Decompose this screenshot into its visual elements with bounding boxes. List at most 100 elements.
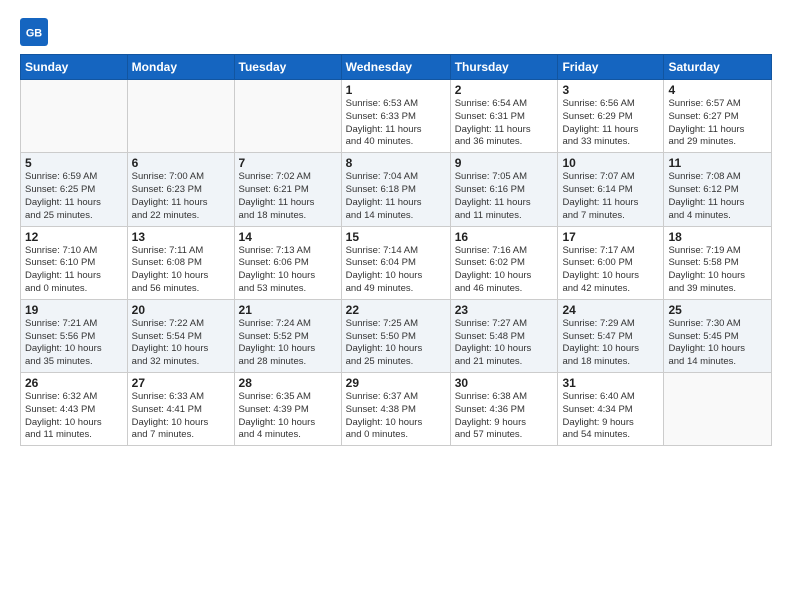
day-number: 28: [239, 376, 337, 390]
day-number: 16: [455, 230, 554, 244]
day-info: Sunrise: 7:04 AM Sunset: 6:18 PM Dayligh…: [346, 171, 446, 222]
day-number: 4: [668, 83, 767, 97]
calendar-cell: 11Sunrise: 7:08 AM Sunset: 6:12 PM Dayli…: [664, 153, 772, 226]
calendar-cell: 15Sunrise: 7:14 AM Sunset: 6:04 PM Dayli…: [341, 226, 450, 299]
day-number: 15: [346, 230, 446, 244]
day-info: Sunrise: 6:59 AM Sunset: 6:25 PM Dayligh…: [25, 171, 123, 222]
calendar-cell: 18Sunrise: 7:19 AM Sunset: 5:58 PM Dayli…: [664, 226, 772, 299]
day-info: Sunrise: 7:24 AM Sunset: 5:52 PM Dayligh…: [239, 318, 337, 369]
weekday-header-monday: Monday: [127, 55, 234, 80]
weekday-header-wednesday: Wednesday: [341, 55, 450, 80]
day-info: Sunrise: 6:56 AM Sunset: 6:29 PM Dayligh…: [562, 98, 659, 149]
calendar-cell: 5Sunrise: 6:59 AM Sunset: 6:25 PM Daylig…: [21, 153, 128, 226]
day-number: 21: [239, 303, 337, 317]
week-row-5: 26Sunrise: 6:32 AM Sunset: 4:43 PM Dayli…: [21, 373, 772, 446]
week-row-3: 12Sunrise: 7:10 AM Sunset: 6:10 PM Dayli…: [21, 226, 772, 299]
week-row-2: 5Sunrise: 6:59 AM Sunset: 6:25 PM Daylig…: [21, 153, 772, 226]
calendar-cell: 27Sunrise: 6:33 AM Sunset: 4:41 PM Dayli…: [127, 373, 234, 446]
day-info: Sunrise: 7:22 AM Sunset: 5:54 PM Dayligh…: [132, 318, 230, 369]
day-number: 3: [562, 83, 659, 97]
day-info: Sunrise: 7:27 AM Sunset: 5:48 PM Dayligh…: [455, 318, 554, 369]
calendar-table: SundayMondayTuesdayWednesdayThursdayFrid…: [20, 54, 772, 446]
week-row-1: 1Sunrise: 6:53 AM Sunset: 6:33 PM Daylig…: [21, 80, 772, 153]
day-info: Sunrise: 7:21 AM Sunset: 5:56 PM Dayligh…: [25, 318, 123, 369]
day-info: Sunrise: 7:02 AM Sunset: 6:21 PM Dayligh…: [239, 171, 337, 222]
calendar-cell: [234, 80, 341, 153]
day-info: Sunrise: 7:16 AM Sunset: 6:02 PM Dayligh…: [455, 245, 554, 296]
calendar-cell: 26Sunrise: 6:32 AM Sunset: 4:43 PM Dayli…: [21, 373, 128, 446]
day-number: 18: [668, 230, 767, 244]
day-number: 10: [562, 156, 659, 170]
svg-text:GB: GB: [26, 28, 42, 40]
day-number: 25: [668, 303, 767, 317]
day-info: Sunrise: 6:32 AM Sunset: 4:43 PM Dayligh…: [25, 391, 123, 442]
day-info: Sunrise: 6:37 AM Sunset: 4:38 PM Dayligh…: [346, 391, 446, 442]
calendar-cell: [127, 80, 234, 153]
calendar-cell: 1Sunrise: 6:53 AM Sunset: 6:33 PM Daylig…: [341, 80, 450, 153]
calendar-cell: 6Sunrise: 7:00 AM Sunset: 6:23 PM Daylig…: [127, 153, 234, 226]
calendar-cell: 2Sunrise: 6:54 AM Sunset: 6:31 PM Daylig…: [450, 80, 558, 153]
calendar-cell: 24Sunrise: 7:29 AM Sunset: 5:47 PM Dayli…: [558, 299, 664, 372]
calendar-cell: 31Sunrise: 6:40 AM Sunset: 4:34 PM Dayli…: [558, 373, 664, 446]
calendar-cell: 10Sunrise: 7:07 AM Sunset: 6:14 PM Dayli…: [558, 153, 664, 226]
day-number: 30: [455, 376, 554, 390]
day-info: Sunrise: 6:35 AM Sunset: 4:39 PM Dayligh…: [239, 391, 337, 442]
day-info: Sunrise: 7:08 AM Sunset: 6:12 PM Dayligh…: [668, 171, 767, 222]
day-info: Sunrise: 7:30 AM Sunset: 5:45 PM Dayligh…: [668, 318, 767, 369]
day-info: Sunrise: 7:17 AM Sunset: 6:00 PM Dayligh…: [562, 245, 659, 296]
calendar-cell: 19Sunrise: 7:21 AM Sunset: 5:56 PM Dayli…: [21, 299, 128, 372]
day-info: Sunrise: 6:53 AM Sunset: 6:33 PM Dayligh…: [346, 98, 446, 149]
day-info: Sunrise: 6:33 AM Sunset: 4:41 PM Dayligh…: [132, 391, 230, 442]
calendar-cell: 14Sunrise: 7:13 AM Sunset: 6:06 PM Dayli…: [234, 226, 341, 299]
day-number: 20: [132, 303, 230, 317]
calendar-cell: 12Sunrise: 7:10 AM Sunset: 6:10 PM Dayli…: [21, 226, 128, 299]
calendar-cell: 4Sunrise: 6:57 AM Sunset: 6:27 PM Daylig…: [664, 80, 772, 153]
day-number: 11: [668, 156, 767, 170]
day-number: 14: [239, 230, 337, 244]
day-info: Sunrise: 6:57 AM Sunset: 6:27 PM Dayligh…: [668, 98, 767, 149]
weekday-header-friday: Friday: [558, 55, 664, 80]
day-number: 19: [25, 303, 123, 317]
logo: GB: [20, 18, 52, 46]
day-info: Sunrise: 6:54 AM Sunset: 6:31 PM Dayligh…: [455, 98, 554, 149]
weekday-header-tuesday: Tuesday: [234, 55, 341, 80]
calendar-cell: 3Sunrise: 6:56 AM Sunset: 6:29 PM Daylig…: [558, 80, 664, 153]
day-info: Sunrise: 6:38 AM Sunset: 4:36 PM Dayligh…: [455, 391, 554, 442]
calendar-cell: 9Sunrise: 7:05 AM Sunset: 6:16 PM Daylig…: [450, 153, 558, 226]
day-number: 22: [346, 303, 446, 317]
calendar-cell: 20Sunrise: 7:22 AM Sunset: 5:54 PM Dayli…: [127, 299, 234, 372]
calendar-cell: 13Sunrise: 7:11 AM Sunset: 6:08 PM Dayli…: [127, 226, 234, 299]
day-number: 6: [132, 156, 230, 170]
day-number: 12: [25, 230, 123, 244]
calendar-cell: [21, 80, 128, 153]
calendar-cell: 23Sunrise: 7:27 AM Sunset: 5:48 PM Dayli…: [450, 299, 558, 372]
day-info: Sunrise: 7:25 AM Sunset: 5:50 PM Dayligh…: [346, 318, 446, 369]
calendar-cell: 8Sunrise: 7:04 AM Sunset: 6:18 PM Daylig…: [341, 153, 450, 226]
weekday-header-row: SundayMondayTuesdayWednesdayThursdayFrid…: [21, 55, 772, 80]
day-number: 23: [455, 303, 554, 317]
calendar-cell: 16Sunrise: 7:16 AM Sunset: 6:02 PM Dayli…: [450, 226, 558, 299]
day-number: 17: [562, 230, 659, 244]
day-number: 26: [25, 376, 123, 390]
day-number: 8: [346, 156, 446, 170]
logo-icon: GB: [20, 18, 48, 46]
calendar-cell: 28Sunrise: 6:35 AM Sunset: 4:39 PM Dayli…: [234, 373, 341, 446]
day-number: 7: [239, 156, 337, 170]
day-info: Sunrise: 7:00 AM Sunset: 6:23 PM Dayligh…: [132, 171, 230, 222]
calendar-cell: 7Sunrise: 7:02 AM Sunset: 6:21 PM Daylig…: [234, 153, 341, 226]
day-info: Sunrise: 7:14 AM Sunset: 6:04 PM Dayligh…: [346, 245, 446, 296]
day-info: Sunrise: 6:40 AM Sunset: 4:34 PM Dayligh…: [562, 391, 659, 442]
calendar-cell: 29Sunrise: 6:37 AM Sunset: 4:38 PM Dayli…: [341, 373, 450, 446]
calendar-cell: 30Sunrise: 6:38 AM Sunset: 4:36 PM Dayli…: [450, 373, 558, 446]
day-number: 2: [455, 83, 554, 97]
calendar-cell: 22Sunrise: 7:25 AM Sunset: 5:50 PM Dayli…: [341, 299, 450, 372]
day-info: Sunrise: 7:07 AM Sunset: 6:14 PM Dayligh…: [562, 171, 659, 222]
weekday-header-saturday: Saturday: [664, 55, 772, 80]
day-number: 31: [562, 376, 659, 390]
weekday-header-thursday: Thursday: [450, 55, 558, 80]
day-number: 27: [132, 376, 230, 390]
calendar-cell: 17Sunrise: 7:17 AM Sunset: 6:00 PM Dayli…: [558, 226, 664, 299]
calendar-cell: 21Sunrise: 7:24 AM Sunset: 5:52 PM Dayli…: [234, 299, 341, 372]
day-number: 13: [132, 230, 230, 244]
day-info: Sunrise: 7:11 AM Sunset: 6:08 PM Dayligh…: [132, 245, 230, 296]
